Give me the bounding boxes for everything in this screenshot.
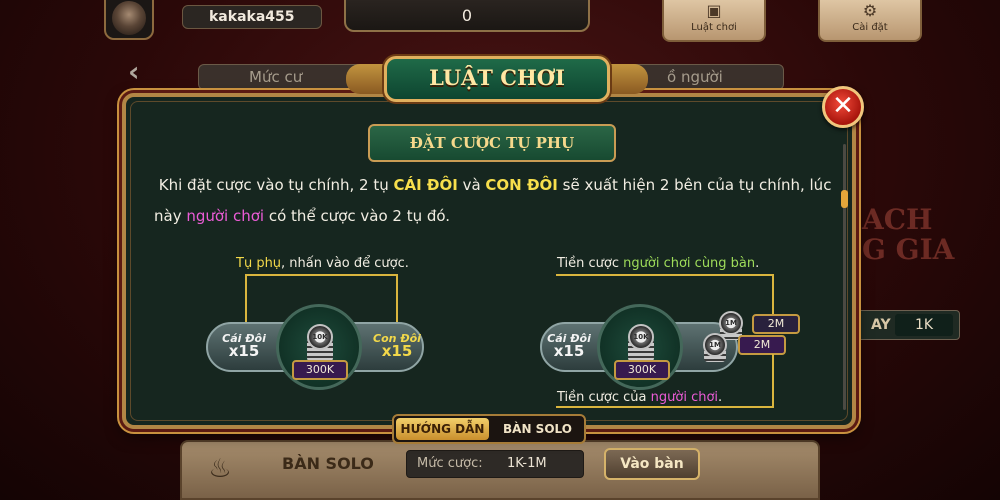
desc-text-2: và [457,176,486,194]
bg-bet-level: AY 1K [854,310,960,340]
bet-range-field: Mức cược: 1K-1M [406,450,584,478]
right-top-note: Tiền cược người chơi cùng bàn. [557,256,759,272]
username-display: kakaka455 [182,5,322,29]
right-chip-icon: 10K [628,324,654,350]
right-side-bet-cai-doi: Cái Đôi x15 [545,332,593,360]
right-pot-amount: 300K [614,360,670,380]
settings-button[interactable]: ⚙ Cài đặt [818,0,922,42]
left-pointer-line-right [396,274,398,322]
rulebook-icon: ▣ [706,1,722,20]
desc-highlight-con-doi: CON ĐÔI [485,176,558,194]
settings-button-label: Cài đặt [852,22,888,33]
desc-text-1: Khi đặt cược vào tụ chính, 2 tụ [158,176,394,194]
right-bottom-note-text-1: Tiền cược của [557,390,651,405]
right-top-note-highlight: người chơi cùng bàn [623,256,756,271]
player-bet-amount: 2M [738,335,786,355]
join-table-button[interactable]: Vào bàn [604,448,700,480]
right-top-note-text-3: . [755,256,760,271]
right-bottom-note-highlight: người chơi [650,390,719,405]
room-bar: ♨ BÀN SOLO Mức cược: 1K-1M Vào bàn [180,440,820,500]
bg-bet-level-value: 1K [895,314,953,336]
right-bottom-note: Tiền cược của người chơi. [557,390,722,406]
left-side-bet-con-doi: Con Đôi x15 [372,332,422,360]
room-label: BÀN SOLO [282,454,374,473]
side-chip-top-label: 1M [725,319,737,327]
right-chip-label: 10K [633,333,649,341]
section-title: ĐẶT CƯỢC TỤ PHỤ [368,124,616,162]
left-pot-amount: 300K [292,360,348,380]
modal-title: LUẬT CHƠI [429,65,565,90]
left-cai-doi-mult: x15 [228,342,260,360]
close-icon: ✕ [832,91,854,121]
bg-room-title: ACH G GIA [862,203,955,266]
desc-highlight-cai-doi: CÁI ĐÔI [393,176,458,194]
bet-range-label: Mức cược: [417,456,483,471]
left-chip-icon: 10K [307,324,333,350]
right-top-note-text-1: Tiền cược [557,256,624,271]
left-note-text: , nhấn vào để cược. [281,256,409,271]
scrollbar-thumb[interactable] [841,190,848,208]
desc-highlight-player: người chơi [186,207,265,225]
tab-guide[interactable]: HƯỚNG DẪN [396,418,489,440]
tab-solo-table[interactable]: BÀN SOLO [491,418,584,440]
right-pointer-line-top-vert [772,274,774,316]
left-chip-label: 10K [312,333,328,341]
left-con-doi-mult: x15 [381,342,413,360]
left-pointer-line-top [245,274,397,276]
left-pointer-line-left [245,274,247,322]
left-side-bet-cai-doi: Cái Đôi x15 [220,332,268,360]
top-bar: kakaka455 0 ▣ Luật chơi ⚙ Cài đặt [0,0,1000,44]
back-arrow-icon[interactable]: ‹ [128,58,156,86]
table-icon: ♨ [208,454,232,484]
side-chip-bottom-icon: 1M [703,333,727,357]
right-pointer-line-bottom-vert [772,354,774,408]
coin-balance: 0 [344,0,590,32]
gear-icon: ⚙ [862,1,878,20]
side-chip-top-icon: 1M [719,311,743,335]
right-bottom-note-text-3: . [718,390,723,405]
bet-range-value: 1K-1M [507,456,547,471]
table-player-bet-amount: 2M [752,314,800,334]
avatar[interactable] [104,0,154,40]
scrollbar-track[interactable] [843,144,846,410]
avatar-image [112,1,146,35]
desc-text-4: có thể cược vào 2 tụ đó. [264,207,451,225]
rules-tabs: HƯỚNG DẪN BÀN SOLO [392,414,586,444]
left-note: Tụ phụ, nhấn vào để cược. [236,256,409,272]
rules-button-label: Luật chơi [691,22,737,33]
right-pointer-line-bottom [556,406,774,408]
rules-button[interactable]: ▣ Luật chơi [662,0,766,42]
rules-description: Khi đặt cược vào tụ chính, 2 tụ CÁI ĐÔI … [154,170,844,232]
left-note-highlight: Tụ phụ [236,256,282,271]
right-pointer-line-top [556,274,774,276]
right-cai-doi-mult: x15 [553,342,585,360]
bg-bet-level-label: AY [871,317,891,333]
side-chip-bottom-label: 1M [709,341,721,349]
close-button[interactable]: ✕ [822,86,864,128]
